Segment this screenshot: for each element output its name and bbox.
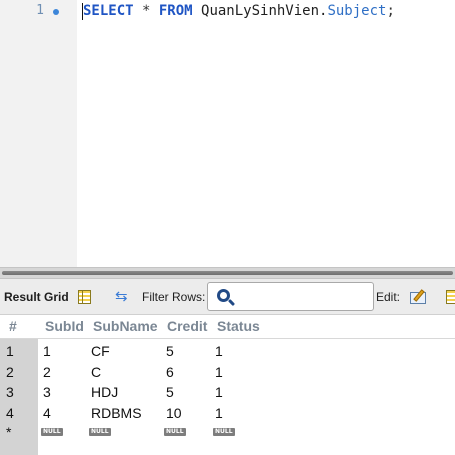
column-header-status[interactable]: Status: [217, 318, 260, 334]
keyword-from: FROM: [158, 3, 193, 19]
cell-credit[interactable]: 5: [166, 384, 174, 400]
column-header-subname[interactable]: SubName: [93, 318, 158, 334]
row-index: 4: [6, 405, 14, 421]
cell-credit[interactable]: 6: [166, 364, 174, 380]
new-row-marker: *: [6, 424, 12, 440]
table-row[interactable]: 1 1 CF 5 1: [0, 340, 455, 361]
line-gutter: 1: [0, 0, 77, 267]
edit-label: Edit:: [376, 290, 401, 304]
null-badge[interactable]: NULL: [89, 428, 111, 436]
table-name: Subject: [327, 3, 387, 19]
line-number: 1: [36, 3, 44, 18]
null-badge[interactable]: NULL: [164, 428, 186, 436]
table-row[interactable]: 3 3 HDJ 5 1: [0, 381, 455, 402]
statement-terminator: ;: [386, 3, 395, 19]
cell-subname[interactable]: HDJ: [91, 384, 118, 400]
cell-subname[interactable]: CF: [91, 343, 110, 359]
cell-credit[interactable]: 10: [166, 405, 182, 421]
select-star: *: [133, 3, 159, 19]
cell-status[interactable]: 1: [215, 405, 223, 421]
cell-status[interactable]: 1: [215, 364, 223, 380]
cell-status[interactable]: 1: [215, 343, 223, 359]
column-header-index[interactable]: #: [9, 318, 17, 334]
keyword-select: SELECT: [83, 3, 134, 19]
filter-rows-input[interactable]: [238, 287, 368, 306]
cell-subid[interactable]: 3: [43, 384, 51, 400]
refresh-icon[interactable]: ⇆: [115, 289, 128, 305]
cell-subid[interactable]: 1: [43, 343, 51, 359]
grid-header: # SubId SubName Credit Status: [0, 315, 455, 339]
cell-status[interactable]: 1: [215, 384, 223, 400]
sql-editor[interactable]: 1 SELECT * FROM QuanLySinhVien.Subject;: [0, 0, 455, 267]
statement-marker-icon: [53, 9, 59, 15]
cell-credit[interactable]: 5: [166, 343, 174, 359]
sql-statement[interactable]: SELECT * FROM QuanLySinhVien.Subject;: [83, 3, 395, 20]
add-row-icon[interactable]: [446, 290, 455, 304]
cell-subid[interactable]: 4: [43, 405, 51, 421]
search-icon: [217, 289, 230, 302]
filter-rows-box[interactable]: [207, 282, 374, 311]
table-row[interactable]: 2 2 C 6 1: [0, 361, 455, 382]
column-header-subid[interactable]: SubId: [45, 318, 84, 334]
null-badge[interactable]: NULL: [41, 428, 63, 436]
result-grid-tab[interactable]: Result Grid: [4, 290, 69, 304]
grid-view-icon[interactable]: [78, 290, 91, 304]
cell-subname[interactable]: C: [91, 364, 101, 380]
table-row[interactable]: 4 4 RDBMS 10 1: [0, 402, 455, 423]
row-index: 3: [6, 384, 14, 400]
row-index: 2: [6, 364, 14, 380]
schema-name: QuanLySinhVien.: [192, 3, 328, 19]
cell-subname[interactable]: RDBMS: [91, 405, 142, 421]
column-header-credit[interactable]: Credit: [167, 318, 207, 334]
filter-rows-label: Filter Rows:: [142, 290, 206, 304]
panel-splitter[interactable]: [0, 267, 455, 279]
result-grid[interactable]: # SubId SubName Credit Status 1 1 CF 5 1…: [0, 315, 455, 455]
edit-row-icon[interactable]: [410, 289, 428, 304]
result-toolbar: Result Grid ⇆ Filter Rows: Edit:: [0, 279, 455, 315]
cell-subid[interactable]: 2: [43, 364, 51, 380]
new-row[interactable]: * NULL NULL NULL NULL: [0, 423, 455, 444]
null-badge[interactable]: NULL: [213, 428, 235, 436]
splitter-handle[interactable]: [2, 271, 453, 275]
row-index: 1: [6, 343, 14, 359]
